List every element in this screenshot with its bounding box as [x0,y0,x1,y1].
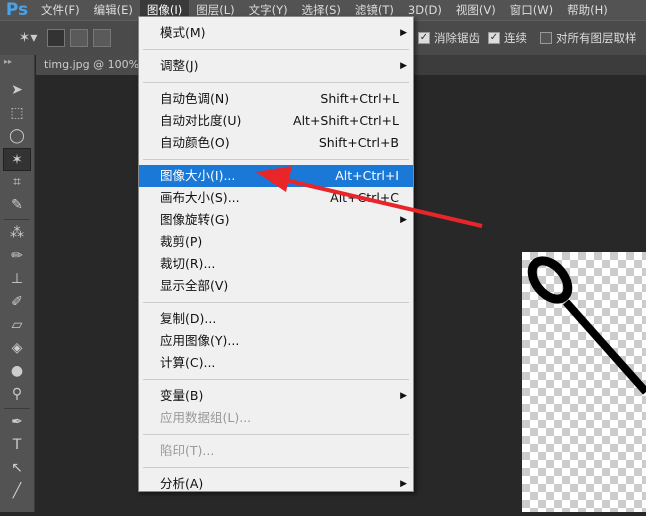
menu-separator [139,44,413,55]
new-selection-button[interactable] [47,29,65,47]
menu-item-shortcut: Shift+Ctrl+B [318,135,399,150]
bucket-tool-icon[interactable]: ◈ [3,337,31,360]
menu-item-label: 显示全部(V) [160,278,229,293]
submenu-arrow-icon: ▶ [400,479,407,489]
move-tool-icon[interactable]: ➤ [3,79,31,102]
submenu-arrow-icon: ▶ [400,28,407,38]
menu-item-label: 应用图像(Y)... [160,333,240,348]
path-select-tool-icon[interactable]: ↖ [3,457,31,480]
crop-tool-icon[interactable]: ⌗ [3,171,31,194]
menu-item[interactable]: 显示全部(V) [139,275,413,297]
menu-item[interactable]: 裁切(R)... [139,253,413,275]
history-brush-tool-icon[interactable]: ✐ [3,291,31,314]
menu-item[interactable]: 变量(B) ▶ [139,385,413,407]
stamp-tool-icon[interactable]: ⊥ [3,268,31,291]
menu-10[interactable]: 帮助(H) [560,0,615,20]
pen-tool-icon[interactable]: ✒ [3,411,31,434]
submenu-arrow-icon: ▶ [400,391,407,401]
menu-item[interactable]: 自动颜色(O) Shift+Ctrl+B [139,132,413,154]
menu-item[interactable]: 图像旋转(G) ▶ [139,209,413,231]
antialias-checkbox[interactable]: ✓ 消除锯齿 [418,30,480,46]
menu-item-label: 复制(D)... [160,311,217,326]
image-menu-dropdown: 模式(M) ▶ 调整(J) ▶ 自动色调(N) Shift+Ctrl+L 自动对比度(U) A… [138,16,414,492]
menu-item: 应用数据组(L)... [139,407,413,429]
eyedropper-tool-icon[interactable]: ✎ [3,194,31,217]
menu-8[interactable]: 视图(V) [449,0,503,20]
sample-all-label: 对所有图层取样 [556,31,637,45]
menu-9[interactable]: 窗口(W) [503,0,560,20]
menu-item-label: 自动颜色(O) [160,135,230,150]
menu-item-label: 图像旋转(G) [160,212,230,227]
menu-separator [139,77,413,88]
subtract-selection-button[interactable] [93,29,111,47]
menu-item-label: 自动对比度(U) [160,113,242,128]
type-tool-icon[interactable]: T [3,434,31,457]
menu-item[interactable]: 自动色调(N) Shift+Ctrl+L [139,88,413,110]
menu-item[interactable]: 复制(D)... [139,308,413,330]
menu-item-label: 裁切(R)... [160,256,216,271]
eraser-tool-icon[interactable]: ▱ [3,314,31,337]
menu-separator [139,297,413,308]
magic-wand-icon[interactable]: ✶▾ [14,27,42,50]
contiguous-checkbox[interactable]: ✓ 连续 [488,30,527,46]
menu-item-label: 裁剪(P) [160,234,203,249]
menu-separator [139,154,413,165]
menu-item-label: 模式(M) [160,25,206,40]
marquee-tool-icon[interactable]: ⬚ [3,102,31,125]
menu-item[interactable]: 应用图像(Y)... [139,330,413,352]
menu-item[interactable]: 图像大小(I)... Alt+Ctrl+I [139,165,413,187]
line-tool-icon[interactable]: ╱ [3,480,31,503]
menu-item[interactable]: 画布大小(S)... Alt+Ctrl+C [139,187,413,209]
blur-tool-icon[interactable]: ● [3,360,31,383]
healing-tool-icon[interactable]: ⁂ [3,222,31,245]
menu-item-label: 分析(A) [160,476,204,491]
submenu-arrow-icon: ▶ [400,61,407,71]
brush-tool-icon[interactable]: ✏ [3,245,31,268]
menu-item[interactable]: 分析(A) ▶ [139,473,413,495]
menu-1[interactable]: 编辑(E) [87,0,140,20]
menu-item-label: 图像大小(I)... [160,168,236,183]
menu-item[interactable]: 调整(J) ▶ [139,55,413,77]
tool-divider [4,408,30,409]
menu-separator [139,374,413,385]
menu-item-shortcut: Alt+Shift+Ctrl+L [293,113,399,128]
magic-wand-tool-icon[interactable]: ✶ [3,148,31,171]
image-canvas[interactable] [522,252,646,512]
menu-separator [139,462,413,473]
lasso-tool-icon[interactable]: ◯ [3,125,31,148]
menu-item-label: 应用数据组(L)... [160,410,252,425]
menu-item[interactable]: 裁剪(P) [139,231,413,253]
contiguous-label: 连续 [504,31,527,45]
menu-item-label: 调整(J) [160,58,199,73]
menu-item[interactable]: 自动对比度(U) Alt+Shift+Ctrl+L [139,110,413,132]
add-selection-button[interactable] [70,29,88,47]
antialias-label: 消除锯齿 [434,31,480,45]
menu-item-label: 陷印(T)... [160,443,215,458]
sample-all-checkbox[interactable]: 对所有图层取样 [540,30,637,46]
menu-0[interactable]: 文件(F) [34,0,87,20]
submenu-arrow-icon: ▶ [400,215,407,225]
menu-item[interactable]: 计算(C)... [139,352,413,374]
dodge-tool-icon[interactable]: ⚲ [3,383,31,406]
menu-item-shortcut: Alt+Ctrl+I [335,168,399,183]
image-content [527,256,646,395]
menu-separator [139,429,413,440]
toolbox: ▸▸ ➤ ⬚ ◯ ✶ ⌗ ✎ ⁂ ✏ ⊥ ✐ ▱ ◈ ● ⚲ ✒ T ↖ ╱ [0,55,35,512]
tool-divider [4,219,30,220]
menu-item-shortcut: Alt+Ctrl+C [330,190,399,205]
menu-item-label: 计算(C)... [160,355,216,370]
menu-item-shortcut: Shift+Ctrl+L [320,91,399,106]
menu-item-label: 变量(B) [160,388,204,403]
menu-item-label: 自动色调(N) [160,91,230,106]
menu-item: 陷印(T)... [139,440,413,462]
menu-item-label: 画布大小(S)... [160,190,240,205]
menu-item[interactable]: 模式(M) ▶ [139,22,413,44]
photoshop-logo: Ps [5,0,29,20]
